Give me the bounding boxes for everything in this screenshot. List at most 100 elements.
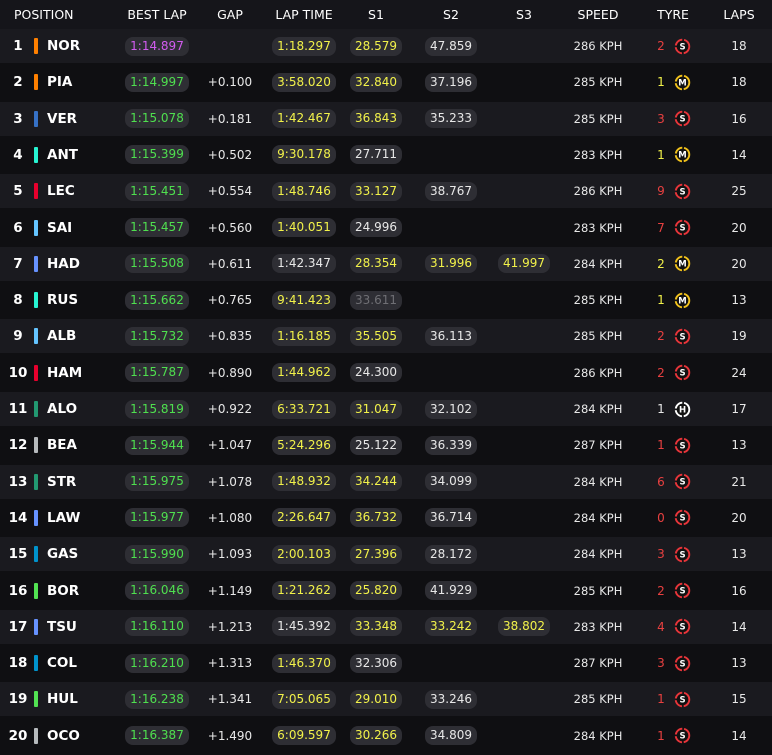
best-lap-time-cell: 1:15.732 (125, 319, 189, 353)
sector-1-time-cell: 27.396 (348, 537, 404, 571)
tyre-compound-letter: M (678, 260, 686, 270)
header-s2[interactable]: S2 (422, 0, 480, 29)
tyre-compound-icon: S (674, 727, 690, 744)
sector-2-time: 34.099 (425, 472, 477, 492)
driver-row[interactable]: 1 NOR 1:14.897 1:18.297 28.579 47.859 286 KPH 2… (0, 29, 772, 63)
driver-row[interactable]: 16 BOR 1:16.046 +1.149 1:21.262 25.820 41.929 2… (0, 573, 772, 608)
driver-row[interactable]: 11 ALO 1:15.819 +0.922 6:33.721 31.047 32.102 2… (0, 392, 772, 426)
team-color-bar (34, 509, 38, 526)
position-number: 4 (13, 146, 23, 163)
driver-code[interactable]: TSU (47, 610, 97, 644)
tyre-compound-letter: S (679, 187, 685, 197)
driver-code[interactable]: LEC (47, 174, 97, 208)
driver-code[interactable]: COL (47, 646, 97, 680)
last-lap-time-cell: 1:48.932 (272, 465, 336, 499)
driver-code[interactable]: LAW (47, 501, 97, 535)
best-lap-time-cell: 1:15.399 (125, 138, 189, 172)
gap-value: +0.100 (207, 75, 253, 90)
sector-2-time-cell: 33.242 (422, 610, 480, 644)
driver-code[interactable]: STR (47, 465, 97, 499)
tyre-compound-letter: S (679, 659, 685, 669)
header-speed[interactable]: SPEED (565, 0, 631, 29)
tyre-compound-letter: S (679, 695, 685, 705)
driver-code[interactable]: NOR (47, 29, 97, 63)
gap-value (200, 29, 260, 63)
sector-1-time-cell: 36.843 (348, 102, 404, 136)
header-lap-time[interactable]: LAP TIME (272, 0, 336, 29)
header-best-lap[interactable]: BEST LAP (125, 0, 189, 29)
gap-value: +1.313 (207, 656, 253, 671)
gap-value: +0.835 (207, 329, 253, 344)
driver-code[interactable]: ALB (47, 319, 97, 353)
best-lap-time: 1:14.997 (125, 72, 189, 92)
last-lap-time: 1:21.262 (272, 581, 336, 600)
driver-row[interactable]: 9 ALB 1:15.732 +0.835 1:16.185 35.505 36.113 28… (0, 319, 772, 354)
last-lap-time: 9:30.178 (272, 145, 336, 165)
last-lap-time-cell: 1:21.262 (272, 574, 336, 608)
header-gap[interactable]: GAP (200, 0, 260, 29)
tyre-compound-icon: S (674, 38, 690, 54)
best-lap-time-cell: 1:14.997 (125, 65, 189, 99)
sector-3-time-cell (495, 392, 553, 426)
header-s1[interactable]: S1 (348, 0, 404, 29)
best-lap-time: 1:16.387 (125, 726, 189, 746)
driver-code[interactable]: GAS (47, 537, 97, 571)
driver-code[interactable]: OCO (47, 719, 97, 753)
team-color-bar (34, 219, 38, 236)
driver-code[interactable]: HAD (47, 247, 97, 281)
header-position[interactable]: POSITION (14, 0, 84, 29)
driver-code[interactable]: HUL (47, 682, 97, 716)
sector-2-time: 37.196 (425, 72, 477, 92)
tyre-age: 2 (657, 365, 665, 380)
driver-code[interactable]: ALO (47, 392, 97, 426)
tyre-cell: S (671, 29, 693, 63)
driver-row[interactable]: 10 HAM 1:15.787 +0.890 1:44.962 24.300 286 KPH… (0, 355, 772, 390)
best-lap-time-cell: 1:15.990 (125, 537, 189, 571)
sector-1-time-cell: 27.711 (348, 138, 404, 172)
driver-code[interactable]: BOR (47, 574, 97, 608)
driver-row[interactable]: 20 OCO 1:16.387 +1.490 6:09.597 30.266 34.809 2… (0, 718, 772, 753)
driver-row[interactable]: 14 LAW 1:15.977 +1.080 2:26.647 36.732 36.714 2… (0, 500, 772, 535)
driver-row[interactable]: 4 ANT 1:15.399 +0.502 9:30.178 27.711 283 KPH 1… (0, 137, 772, 172)
header-laps[interactable]: LAPS (720, 0, 758, 29)
gap-value: +1.149 (207, 583, 253, 598)
driver-row[interactable]: 19 HUL 1:16.238 +1.341 7:05.065 29.010 33.246 2… (0, 682, 772, 717)
position-number: 17 (8, 618, 28, 635)
driver-row[interactable]: 13 STR 1:15.975 +1.078 1:48.932 34.244 34.099 2… (0, 464, 772, 499)
tyre-cell: S (671, 465, 693, 499)
laps-count: 14 (731, 147, 747, 162)
driver-row[interactable]: 15 GAS 1:15.990 +1.093 2:00.103 27.396 28.172 2… (0, 537, 772, 572)
driver-code[interactable]: ANT (47, 138, 97, 172)
driver-code[interactable]: RUS (47, 283, 97, 317)
last-lap-time: 1:44.962 (272, 363, 336, 383)
driver-row[interactable]: 8 RUS 1:15.662 +0.765 9:41.423 33.611 285 KPH 1… (0, 283, 772, 318)
driver-row[interactable]: 2 PIA 1:14.997 +0.100 3:58.020 32.840 37.196 28… (0, 65, 772, 100)
speed-value: 284 KPH (573, 510, 623, 525)
sector-3-time: 38.802 (498, 617, 550, 637)
team-color-bar (34, 292, 38, 309)
driver-code[interactable]: BEA (47, 428, 97, 462)
sector-2-time-cell (422, 646, 480, 680)
driver-row[interactable]: 6 SAI 1:15.457 +0.560 1:40.051 24.996 283 KPH 7… (0, 210, 772, 245)
driver-row[interactable]: 7 HAD 1:15.508 +0.611 1:42.347 28.354 31.996 41… (0, 246, 772, 281)
last-lap-time-cell: 1:48.746 (272, 174, 336, 208)
driver-code[interactable]: SAI (47, 211, 97, 245)
driver-row[interactable]: 5 LEC 1:15.451 +0.554 1:48.746 33.127 38.767 28… (0, 174, 772, 209)
driver-row[interactable]: 18 COL 1:16.210 +1.313 1:46.370 32.306 287 KPH… (0, 646, 772, 681)
header-s3[interactable]: S3 (495, 0, 553, 29)
sector-1-time-cell: 25.122 (348, 428, 404, 462)
driver-row[interactable]: 3 VER 1:15.078 +0.181 1:42.467 36.843 35.233 28… (0, 101, 772, 136)
driver-row[interactable]: 17 TSU 1:16.110 +1.213 1:45.392 33.348 33.242 3… (0, 609, 772, 644)
header-tyre[interactable]: TYRE (651, 0, 695, 29)
tyre-compound-icon: S (674, 691, 690, 708)
driver-code[interactable]: VER (47, 102, 97, 136)
best-lap-time: 1:15.975 (125, 472, 189, 492)
tyre-age: 1 (657, 293, 665, 308)
driver-row[interactable]: 12 BEA 1:15.944 +1.047 5:24.296 25.122 36.339 2… (0, 428, 772, 463)
team-color-bar (34, 655, 38, 672)
last-lap-time-cell: 1:44.962 (272, 356, 336, 390)
driver-code[interactable]: PIA (47, 65, 97, 99)
driver-code[interactable]: HAM (47, 356, 97, 390)
best-lap-time: 1:15.457 (125, 218, 189, 237)
speed-value: 285 KPH (573, 111, 623, 126)
